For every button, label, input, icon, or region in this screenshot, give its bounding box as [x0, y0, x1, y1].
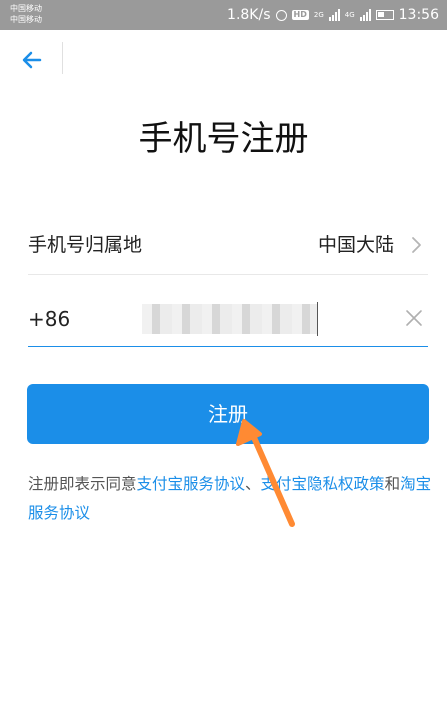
alipay-service-agreement-link[interactable]: 支付宝服务协议	[137, 475, 246, 493]
agreement-prefix: 注册即表示同意	[28, 475, 137, 493]
annotation-arrow	[236, 419, 295, 527]
carrier-info: 中国移动 中国移动	[10, 3, 42, 25]
clock: 13:56	[398, 7, 439, 23]
phone-number-input[interactable]	[142, 302, 318, 336]
header-divider	[62, 42, 63, 74]
region-selector[interactable]: 手机号归属地 中国大陆	[28, 218, 428, 275]
region-label: 手机号归属地	[28, 234, 143, 256]
clear-icon[interactable]	[404, 308, 424, 328]
arrow-left-icon	[22, 51, 42, 69]
signal-icon	[328, 9, 340, 21]
chevron-right-icon	[412, 237, 421, 253]
status-indicators: 1.8K/s HD 2G 4G 13:56	[227, 7, 439, 23]
agreement-text: 注册即表示同意支付宝服务协议、支付宝隐私权政策和淘宝服务协议	[28, 470, 432, 528]
carrier-1: 中国移动	[10, 4, 42, 13]
agreement-separator: 、	[245, 475, 261, 493]
battery-icon	[375, 10, 394, 20]
back-button[interactable]	[18, 46, 46, 74]
network-type-2: 4G	[344, 11, 355, 19]
carrier-2: 中国移动	[10, 15, 42, 24]
status-bar: 中国移动 中国移动 1.8K/s HD 2G 4G 13:56	[0, 0, 447, 30]
network-type-1: 2G	[313, 11, 324, 19]
signal-icon-2	[359, 9, 371, 21]
region-value: 中国大陆	[317, 234, 394, 256]
page-title: 手机号注册	[138, 119, 309, 159]
net-speed: 1.8K/s	[227, 7, 271, 23]
register-button[interactable]: 注册	[27, 384, 429, 444]
hd-icon: HD	[291, 10, 309, 20]
header	[0, 30, 447, 90]
phone-input-row: +86	[28, 292, 428, 347]
country-code: +86	[28, 307, 71, 331]
alipay-privacy-policy-link[interactable]: 支付宝隐私权政策	[261, 475, 385, 493]
agreement-and: 和	[384, 475, 401, 493]
alarm-icon	[275, 9, 287, 21]
